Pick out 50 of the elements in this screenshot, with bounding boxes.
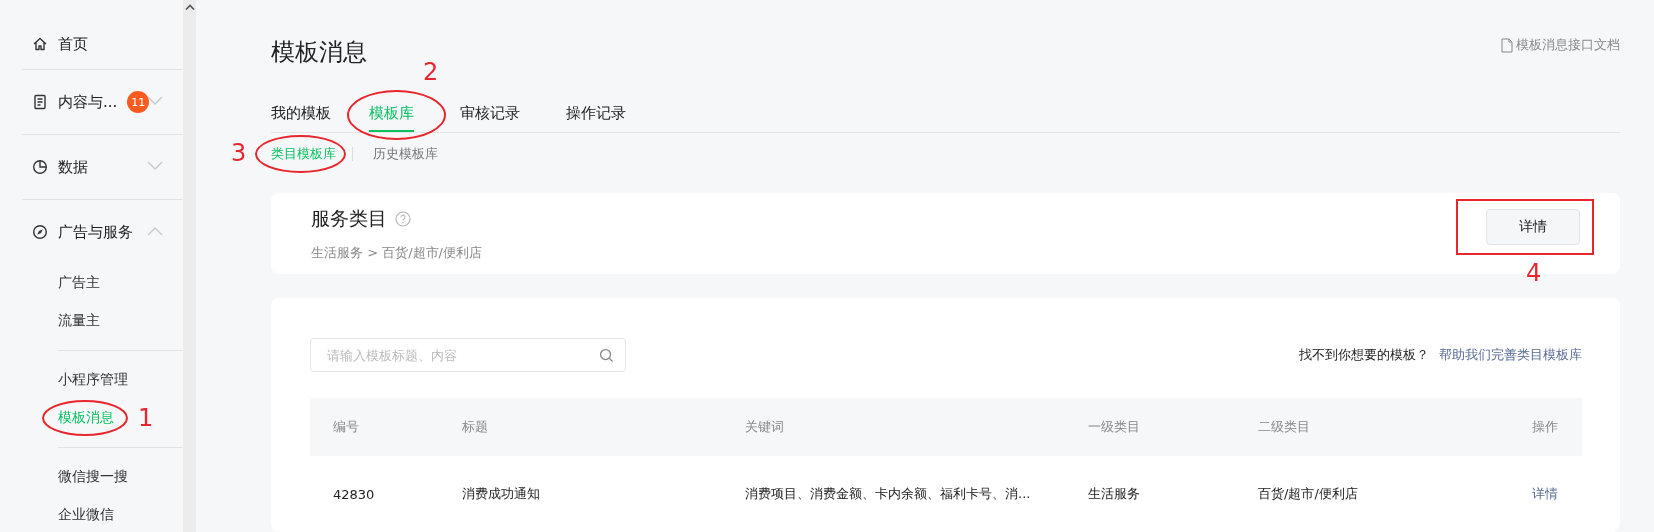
card-title: 服务类目	[311, 205, 387, 231]
sidebar-subitem[interactable]: 微信搜一搜	[58, 468, 128, 486]
help-link[interactable]: 帮助我们完善类目模板库	[1439, 346, 1582, 364]
sidebar-subitem[interactable]: 小程序管理	[58, 371, 128, 389]
column-header: 一级类目	[1088, 418, 1141, 436]
search-field[interactable]: 请输入模板标题、内容	[310, 338, 626, 372]
category-path: 生活服务 > 百货/超市/便利店	[311, 243, 482, 262]
sidebar-subitem[interactable]: 广告主	[58, 274, 100, 292]
column-header: 操作	[1531, 418, 1559, 436]
help-icon[interactable]	[395, 210, 411, 227]
page-title: 模板消息	[271, 37, 367, 68]
sidebar-item[interactable]: 广告与服务	[22, 200, 183, 264]
table-cell-text: 百货/超市/便利店	[1258, 485, 1359, 503]
chevron-down-icon	[147, 161, 163, 171]
chevron-up-icon	[147, 226, 163, 236]
column-header: 二级类目	[1258, 418, 1311, 436]
search-icon[interactable]	[599, 348, 614, 363]
pie-chart-icon	[32, 159, 48, 175]
sidebar-item[interactable]: 首页	[22, 19, 183, 69]
details-button[interactable]: 详情	[1486, 208, 1580, 245]
column-header: 编号	[332, 418, 360, 436]
scrollbar[interactable]	[183, 0, 196, 532]
doc-link[interactable]: 模板消息接口文档	[1501, 36, 1620, 54]
annotation-number: 2	[423, 60, 439, 84]
count-badge: 11	[127, 91, 150, 113]
column-header: 关键词	[745, 418, 785, 436]
sidebar-subitem[interactable]: 流量主	[58, 312, 100, 330]
annotation-number: 4	[1526, 260, 1542, 285]
table-cell-text: 消费项目、消费金额、卡内余额、福利卡号、消...	[745, 485, 1032, 503]
sidebar-subitem[interactable]: 企业微信	[58, 506, 114, 524]
annotation-number: 1	[138, 406, 154, 430]
compass-icon	[32, 224, 48, 240]
document-icon	[32, 94, 48, 110]
table-cell-text: 42830	[332, 486, 376, 502]
table-cell-text: 消费成功通知	[462, 485, 541, 503]
chevron-down-icon	[147, 96, 163, 106]
annotation-number: 3	[231, 141, 247, 165]
sub-tab[interactable]: 历史模板库	[373, 145, 438, 163]
tab[interactable]: 操作记录	[566, 104, 626, 132]
tab[interactable]: 审核记录	[460, 104, 520, 132]
column-header: 标题	[462, 418, 489, 436]
tab[interactable]: 我的模板	[271, 104, 331, 132]
hint-text: 找不到你想要的模板？	[1299, 346, 1429, 364]
home-icon	[32, 36, 48, 52]
sidebar-item[interactable]: 数据	[22, 135, 183, 199]
table-cell-text: 生活服务	[1088, 485, 1141, 503]
scroll-up-icon[interactable]	[184, 4, 195, 10]
document-icon	[1501, 37, 1513, 53]
sidebar-item[interactable]: 内容与... 11	[22, 70, 183, 134]
details-link[interactable]: 详情	[1532, 486, 1558, 501]
